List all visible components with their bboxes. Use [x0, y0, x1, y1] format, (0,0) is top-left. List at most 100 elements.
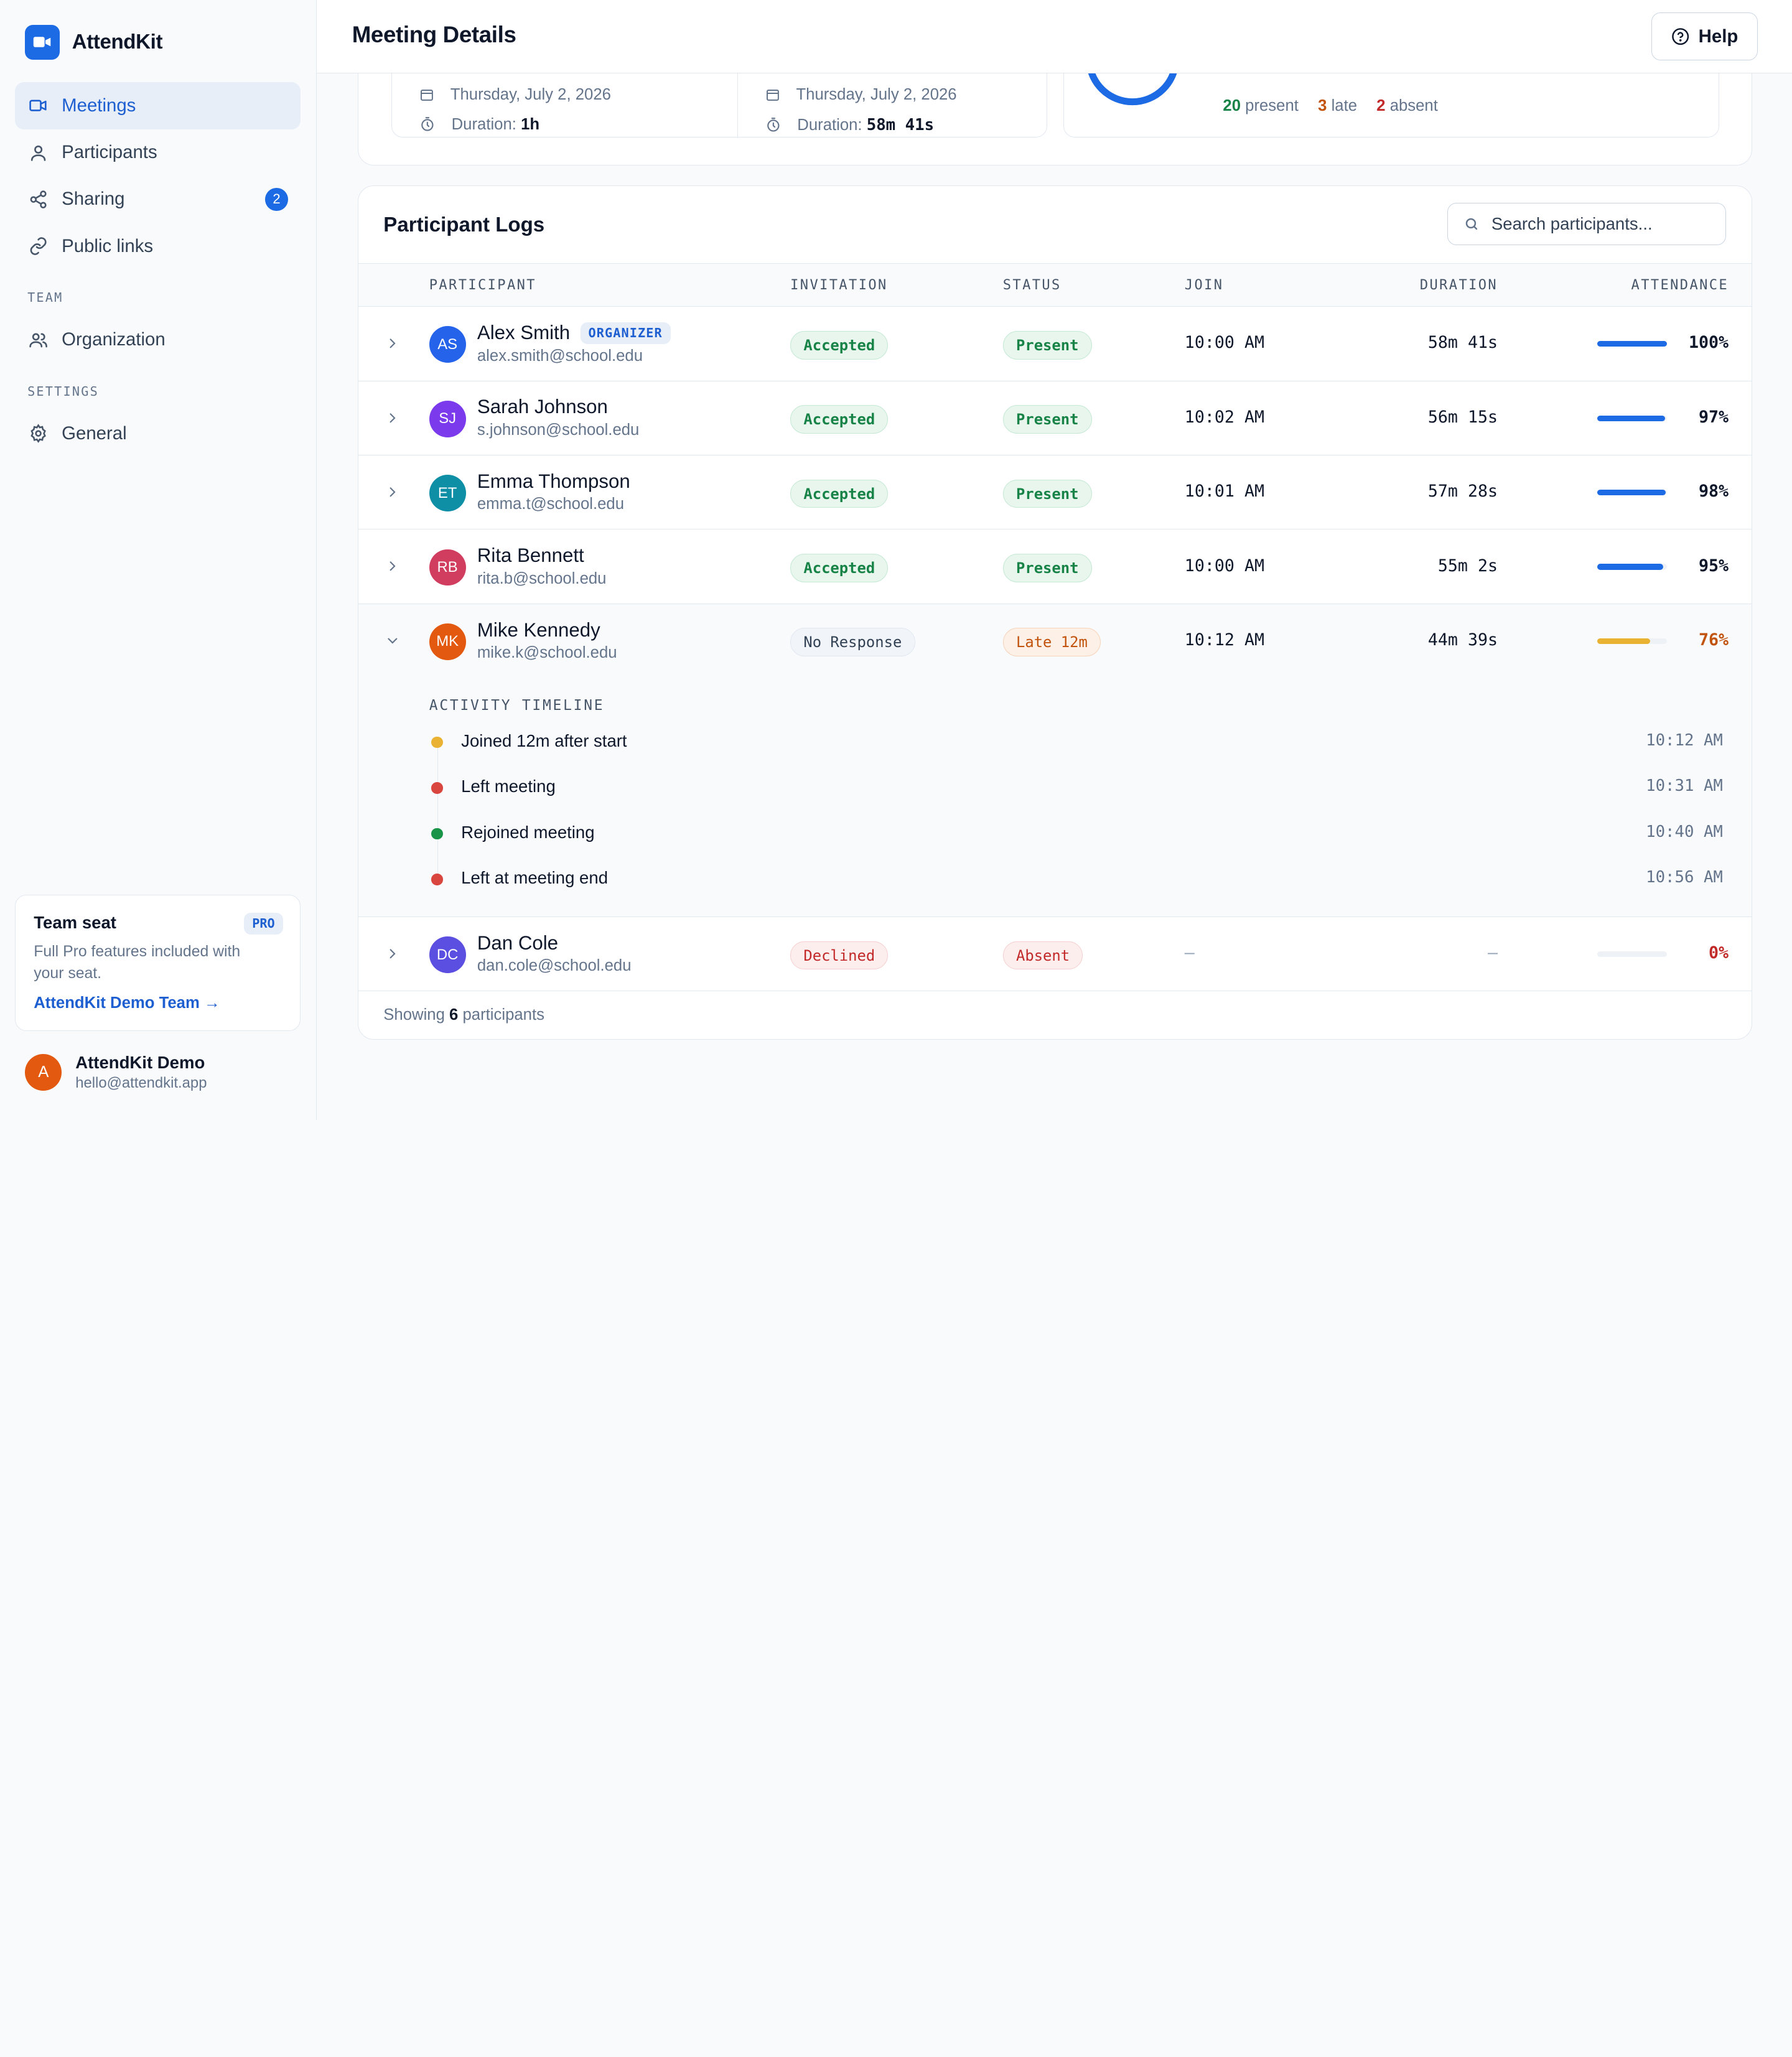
table-row[interactable]: DC Dan Cole dan.cole@school.edu Declined…: [358, 917, 1752, 992]
participant-search[interactable]: [1447, 203, 1727, 246]
scheduled-date: Thursday, July 2, 2026: [419, 86, 611, 104]
table-row[interactable]: AS Alex Smith ORGANIZER alex.smith@school…: [358, 307, 1752, 381]
brand[interactable]: AttendKit: [25, 25, 163, 60]
avatar: ET: [429, 475, 466, 511]
current-user[interactable]: A AttendKit Demo hello@attendkit.app: [25, 1053, 207, 1093]
participant-email: rita.b@school.edu: [477, 569, 607, 587]
timeline-dot: [431, 828, 443, 840]
attendance-percent: 0%: [1709, 943, 1729, 963]
chevron-right-icon[interactable]: [385, 484, 401, 500]
table-row[interactable]: MK Mike Kennedy mike.k@school.edu No Res…: [358, 604, 1752, 679]
sidebar-item-label: Public links: [62, 235, 154, 256]
sidebar-item-sharing[interactable]: Sharing 2: [15, 176, 301, 223]
participant-name: Dan Cole: [477, 931, 559, 954]
column-status[interactable]: STATUS: [1003, 278, 1062, 293]
pro-badge: PRO: [244, 912, 283, 935]
timeline-event-time: 10:31 AM: [1646, 777, 1723, 796]
sidebar-item-label: Sharing: [62, 189, 125, 210]
column-join[interactable]: JOIN: [1185, 278, 1224, 293]
activity-timeline: ACTIVITY TIMELINE Joined 12m after start…: [358, 677, 1752, 917]
chevron-right-icon[interactable]: [385, 558, 401, 574]
status-badge: Present: [1002, 405, 1092, 434]
attendance-stats: 20 present 3 late 2 absent: [1223, 97, 1437, 115]
duration: 44m 39s: [1427, 630, 1498, 650]
join-time: 10:00 AM: [1184, 556, 1265, 576]
status-badge: Present: [1002, 330, 1092, 360]
main-content: Meeting Details Help Thursday, July 2, 2…: [316, 0, 1792, 1120]
duration: 57m 28s: [1427, 482, 1498, 501]
calendar-icon: [421, 90, 434, 101]
search-input[interactable]: [1491, 214, 1709, 235]
top-bar: Meeting Details Help: [316, 0, 1792, 73]
participant-email: s.johnson@school.edu: [477, 421, 640, 439]
sidebar: AttendKit Meetings Participants Sharing …: [0, 0, 317, 1120]
sidebar-item-participants[interactable]: Participants: [15, 129, 301, 176]
attendance-bar: [1597, 341, 1667, 347]
table-row[interactable]: ET Emma Thompson emma.t@school.edu Accep…: [358, 455, 1752, 530]
column-invitation[interactable]: INVITATION: [790, 278, 888, 293]
help-label: Help: [1698, 26, 1738, 47]
sidebar-item-general[interactable]: General: [15, 410, 301, 457]
app-name: AttendKit: [72, 30, 163, 54]
status-badge: Present: [1002, 553, 1092, 582]
participant-name: Rita Bennett: [477, 544, 584, 567]
invitation-badge: Accepted: [790, 553, 889, 582]
help-button[interactable]: Help: [1651, 12, 1758, 61]
sidebar-item-organization[interactable]: Organization: [15, 317, 301, 363]
timeline-event-text: Rejoined meeting: [461, 822, 595, 842]
sidebar-item-public-links[interactable]: Public links: [15, 223, 301, 269]
team-seat-card: Team seat PRO Full Pro features included…: [14, 895, 301, 1031]
team-link[interactable]: AttendKit Demo Team →: [34, 994, 281, 1012]
avatar: SJ: [429, 400, 466, 437]
chevron-right-icon[interactable]: [385, 335, 401, 352]
timeline-event-text: Left meeting: [461, 777, 556, 796]
attendance-bar-fill: [1597, 638, 1650, 645]
app-root: AttendKit Meetings Participants Sharing …: [0, 0, 1792, 1120]
seat-description: Full Pro features included with your sea…: [34, 943, 241, 982]
sidebar-item-meetings[interactable]: Meetings: [14, 82, 301, 129]
attendance-bar: [1597, 490, 1667, 496]
timeline-event-text: Left at meeting end: [461, 868, 609, 888]
participant-name: Emma Thompson: [477, 470, 630, 492]
attendance-bar-fill: [1597, 490, 1666, 496]
gear-icon: [30, 424, 46, 444]
avatar: MK: [429, 623, 466, 660]
join-time: 10:01 AM: [1184, 482, 1265, 501]
timeline-dot: [431, 736, 443, 749]
column-duration[interactable]: DURATION: [1420, 278, 1498, 293]
avatar: RB: [429, 549, 466, 586]
column-participant[interactable]: PARTICIPANT: [429, 278, 536, 293]
table-row[interactable]: RB Rita Bennett rita.b@school.edu Accept…: [358, 529, 1752, 604]
participant-logs-card: Participant Logs PARTICIPANT INVITATION …: [357, 185, 1752, 1040]
users-icon: [29, 333, 47, 348]
timeline-event: Rejoined meeting 10:40 AM: [431, 820, 1723, 847]
chevron-right-icon[interactable]: [385, 946, 401, 962]
results-count: Showing 6 participants: [383, 1006, 544, 1024]
timeline-line: [437, 741, 439, 881]
sidebar-item-label: Organization: [62, 329, 166, 350]
invitation-badge: No Response: [790, 628, 915, 657]
chevron-right-icon[interactable]: [385, 410, 401, 426]
duration: 55m 2s: [1437, 556, 1498, 576]
timer-icon: [421, 117, 434, 131]
app-logo-icon: [25, 25, 60, 60]
attendance-percent: 100%: [1688, 333, 1729, 353]
table-row[interactable]: SJ Sarah Johnson s.johnson@school.edu Ac…: [358, 381, 1752, 455]
attendance-bar-fill: [1597, 564, 1664, 570]
attendance-percent: 95%: [1698, 556, 1729, 576]
actual-date: Thursday, July 2, 2026: [765, 86, 957, 104]
invitation-badge: Accepted: [790, 405, 889, 434]
column-attendance[interactable]: ATTENDANCE: [1631, 278, 1729, 293]
attendance-bar: [1597, 951, 1667, 958]
participant-name: Sarah Johnson: [477, 396, 608, 418]
sharing-count-badge: 2: [265, 188, 288, 211]
chevron-down-icon[interactable]: [385, 633, 401, 649]
actual-duration: Duration: 58m 41s: [765, 116, 934, 134]
user-name: AttendKit Demo: [75, 1052, 205, 1072]
attendance-percent: 97%: [1698, 407, 1729, 427]
nav-section-team: TEAM: [27, 290, 63, 306]
organizer-badge: ORGANIZER: [580, 322, 671, 344]
table-header: PARTICIPANT INVITATION STATUS JOIN DURAT…: [358, 263, 1752, 307]
absent-stat: 2 absent: [1376, 97, 1438, 115]
attendance-bar: [1597, 415, 1667, 421]
